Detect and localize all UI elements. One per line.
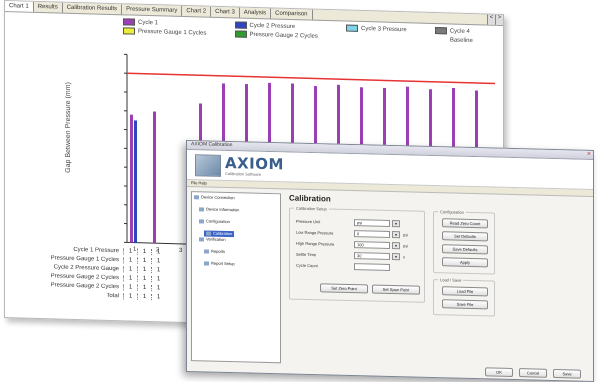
table-row-label: Total xyxy=(5,290,123,299)
field-label: Settle Time xyxy=(296,251,354,257)
calibration-field: Pressure Unitpsi▾ xyxy=(296,217,403,228)
tree-item-label: Device Connection xyxy=(201,194,235,200)
app-subtitle: Calibration Software xyxy=(225,171,261,177)
tree-item[interactable]: Report Setup xyxy=(204,260,278,268)
threshold-line xyxy=(127,73,495,83)
bar xyxy=(134,120,137,242)
calibration-field: Cycle Count xyxy=(296,261,393,271)
window-title: AXIOM Calibration xyxy=(191,141,232,148)
field-input[interactable]: 0 xyxy=(354,230,390,238)
folder-icon xyxy=(204,249,209,253)
folder-icon xyxy=(199,237,204,241)
table-cell: 1 xyxy=(137,266,151,272)
table-cell: 1 xyxy=(123,248,137,254)
bar xyxy=(130,115,133,243)
calibration-setup-group: Calibration Setup Pressure Unitpsi▾Low R… xyxy=(289,208,425,303)
table-cell: 1 xyxy=(123,284,137,290)
group-title: Configuration xyxy=(438,209,466,215)
field-unit: psi xyxy=(403,232,408,237)
table-cell: 1 xyxy=(137,275,151,281)
load-save-group: Load / Save Load File Save File xyxy=(433,279,495,317)
calibration-action-button[interactable]: Set Span Point xyxy=(372,285,420,295)
folder-icon xyxy=(206,231,211,235)
table-cell: 1 xyxy=(123,257,137,263)
stepper-arrows-icon[interactable]: ▾ xyxy=(392,253,400,260)
table-cell: 1 xyxy=(123,266,137,272)
bar xyxy=(153,112,156,244)
navigation-tree: Device Connection Device Information Confi… xyxy=(191,191,281,363)
stepper-arrows-icon[interactable]: ▾ xyxy=(392,220,400,227)
field-label: Cycle Count xyxy=(296,262,354,268)
field-input[interactable]: 30 xyxy=(354,252,390,260)
tree-item-label: Report Setup xyxy=(211,261,235,267)
table-cell: 1 xyxy=(137,293,151,299)
folder-icon xyxy=(199,207,204,211)
table-cell: 1 xyxy=(137,248,151,254)
calibration-field: High Range Pressure100▾psi xyxy=(296,239,408,250)
table-cell: 1 xyxy=(137,284,151,290)
configuration-button[interactable]: Set Defaults xyxy=(442,231,488,241)
folder-icon xyxy=(204,261,209,265)
tree-item[interactable]: Configuration xyxy=(199,218,278,226)
field-input[interactable] xyxy=(354,263,390,271)
table-cell: 1 xyxy=(151,285,165,291)
data-table: Cycle 1 Pressure111Pressure Gauge 1 Cycl… xyxy=(5,243,195,302)
device-image xyxy=(195,154,221,177)
field-input[interactable]: psi xyxy=(354,219,390,227)
field-input[interactable]: 100 xyxy=(354,241,390,249)
configuration-button[interactable]: Save Defaults xyxy=(442,244,488,254)
table-cell: 1 xyxy=(123,275,137,281)
configuration-button[interactable]: Read Zero Count xyxy=(442,218,488,228)
load-save-button[interactable]: Save File xyxy=(442,299,488,309)
table-cell: 1 xyxy=(151,258,165,264)
y-axis-label: Gap Between Pressure (mm) xyxy=(65,82,72,173)
field-label: Low Range Pressure xyxy=(296,229,354,235)
tree-item-label: Reports xyxy=(211,249,225,254)
group-title: Load / Save xyxy=(438,277,463,283)
calibration-action-button[interactable]: Set Zero Point xyxy=(320,283,368,293)
table-cell: 1 xyxy=(151,249,165,255)
tree-item[interactable]: Verification xyxy=(199,236,278,244)
tree-item-label: Calibration xyxy=(213,231,232,236)
folder-icon xyxy=(199,219,204,223)
table-cell: 1 xyxy=(123,293,137,299)
tree-item-label: Configuration xyxy=(206,218,230,224)
close-icon[interactable]: × xyxy=(587,151,591,158)
stepper-arrows-icon[interactable]: ▾ xyxy=(392,231,400,238)
group-title: Calibration Setup xyxy=(294,206,329,212)
tree-item[interactable]: Reports xyxy=(204,248,278,256)
configuration-button[interactable]: Apply xyxy=(442,257,488,267)
table-cell: 1 xyxy=(137,257,151,263)
configuration-group: Configuration Read Zero Count Set Default… xyxy=(433,211,495,275)
table-cell: 1 xyxy=(151,276,165,282)
calibration-panel: Calibration Calibration Setup Pressure U… xyxy=(285,193,585,370)
tree-item[interactable]: Device Connection xyxy=(194,194,278,202)
folder-icon xyxy=(194,195,199,199)
field-unit: s xyxy=(403,254,405,259)
calibration-field: Low Range Pressure0▾psi xyxy=(296,228,408,239)
page-title: Calibration xyxy=(289,194,585,210)
field-unit: psi xyxy=(403,243,408,248)
calibration-window: AXIOM Calibration × AXIOM Calibration So… xyxy=(186,140,594,382)
save-button[interactable]: Save xyxy=(553,369,581,379)
calibration-field: Settle Time30▾s xyxy=(296,250,405,261)
field-label: High Range Pressure xyxy=(296,240,354,246)
cancel-button[interactable]: Cancel xyxy=(519,368,547,378)
table-cell: 1 xyxy=(151,294,165,300)
tree-item-label: Device Information xyxy=(206,206,239,212)
tree-item-label: Verification xyxy=(206,236,226,241)
tree-item[interactable]: Device Information xyxy=(199,206,278,214)
field-label: Pressure Unit xyxy=(296,218,354,224)
ok-button[interactable]: OK xyxy=(485,367,513,377)
table-cell: 1 xyxy=(151,267,165,273)
load-save-button[interactable]: Load File xyxy=(442,286,488,296)
stepper-arrows-icon[interactable]: ▾ xyxy=(392,242,400,249)
